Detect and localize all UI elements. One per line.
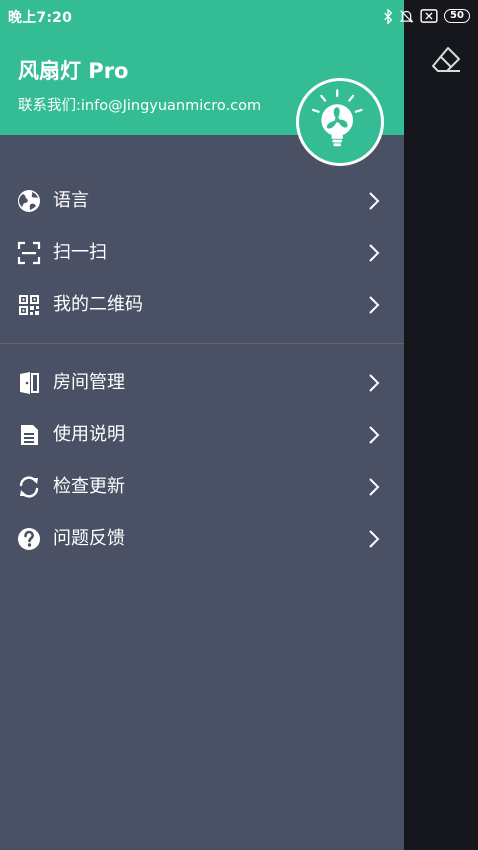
- refresh-icon: [19, 476, 39, 498]
- menu-divider: [0, 343, 404, 344]
- menu-group-general: 语言 扫一扫 我的二维码: [0, 175, 404, 331]
- chevron-right-icon: [369, 478, 380, 496]
- bluetooth-icon: [383, 8, 393, 24]
- menu-item-feedback[interactable]: 问题反馈: [0, 513, 404, 565]
- sim-x-icon: [420, 9, 438, 23]
- menu-item-room-management[interactable]: 房间管理: [0, 357, 404, 409]
- status-bar: 晚上7:20 50: [0, 0, 478, 34]
- fan-bulb-icon: [311, 89, 363, 147]
- chevron-right-icon: [369, 530, 380, 548]
- chevron-right-icon: [369, 244, 380, 262]
- menu-item-scan[interactable]: 扫一扫: [0, 227, 404, 279]
- menu-item-check-update[interactable]: 检查更新: [0, 461, 404, 513]
- battery-icon: 50: [444, 9, 470, 23]
- globe-icon: [18, 190, 40, 212]
- status-time: 晚上7:20: [8, 10, 73, 26]
- bell-off-icon: [399, 9, 414, 24]
- menu-item-language[interactable]: 语言: [0, 175, 404, 227]
- chevron-right-icon: [369, 192, 380, 210]
- app-title: 风扇灯 Pro: [18, 59, 129, 83]
- help-icon: [18, 528, 40, 550]
- qr-code-icon: [19, 295, 39, 315]
- menu-label: 问题反馈: [53, 528, 125, 549]
- menu-item-instructions[interactable]: 使用说明: [0, 409, 404, 461]
- contact-email[interactable]: 联系我们:info@Jingyuanmicro.com: [18, 94, 261, 115]
- chevron-right-icon: [369, 374, 380, 392]
- menu-item-qr-code[interactable]: 我的二维码: [0, 279, 404, 331]
- status-icons: 50: [383, 6, 470, 26]
- menu-label: 房间管理: [53, 372, 125, 393]
- app-logo-avatar: [296, 78, 384, 166]
- menu-label: 语言: [53, 190, 89, 211]
- chevron-right-icon: [369, 296, 380, 314]
- menu-label: 使用说明: [53, 424, 125, 445]
- menu-label: 检查更新: [53, 476, 125, 497]
- menu-group-tools: 房间管理 使用说明 检查更新 问题反馈: [0, 357, 404, 565]
- navigation-drawer: 风扇灯 Pro 联系我们:info@Jingyuanmicro.com 语言 扫…: [0, 0, 404, 850]
- scan-icon: [17, 241, 41, 265]
- menu-label: 我的二维码: [53, 294, 143, 315]
- document-icon: [21, 425, 38, 445]
- eraser-icon[interactable]: [430, 44, 462, 76]
- menu-label: 扫一扫: [53, 242, 107, 263]
- door-icon: [20, 372, 39, 394]
- chevron-right-icon: [369, 426, 380, 444]
